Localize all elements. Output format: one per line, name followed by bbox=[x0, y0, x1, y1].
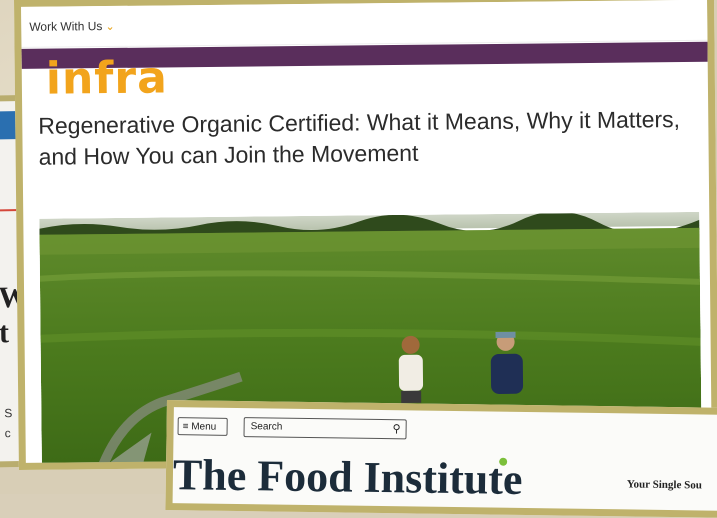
work-with-us-link[interactable]: Work With Us ⌄ bbox=[29, 19, 114, 34]
chevron-down-icon: ⌄ bbox=[105, 20, 115, 34]
green-dot-icon bbox=[499, 457, 508, 466]
menu-button[interactable]: ≡ Menu bbox=[177, 417, 228, 436]
search-input[interactable]: Search ⚲ bbox=[243, 417, 407, 440]
clipping-text: c bbox=[4, 426, 11, 441]
clipping-text: S bbox=[4, 406, 13, 421]
farmer-figure bbox=[398, 335, 424, 403]
work-with-us-label: Work With Us bbox=[29, 19, 103, 34]
article-card: Work With Us ⌄ infra Regenerative Organic… bbox=[14, 0, 717, 470]
clipping-letter: t bbox=[0, 316, 10, 350]
food-institute-clipping: ≡ Menu Search ⚲ The Food Institute Your … bbox=[165, 400, 717, 518]
food-institute-tagline: Your Single Sou bbox=[626, 478, 702, 492]
search-label: Search bbox=[250, 421, 283, 433]
food-institute-title-text: The Food Institute bbox=[172, 450, 523, 504]
top-nav: Work With Us ⌄ bbox=[21, 0, 708, 48]
search-icon[interactable]: ⚲ bbox=[392, 420, 400, 438]
article-headline: Regenerative Organic Certified: What it … bbox=[38, 106, 681, 170]
food-institute-title: The Food Institute bbox=[172, 450, 523, 504]
infra-logo[interactable]: infra bbox=[46, 52, 168, 104]
